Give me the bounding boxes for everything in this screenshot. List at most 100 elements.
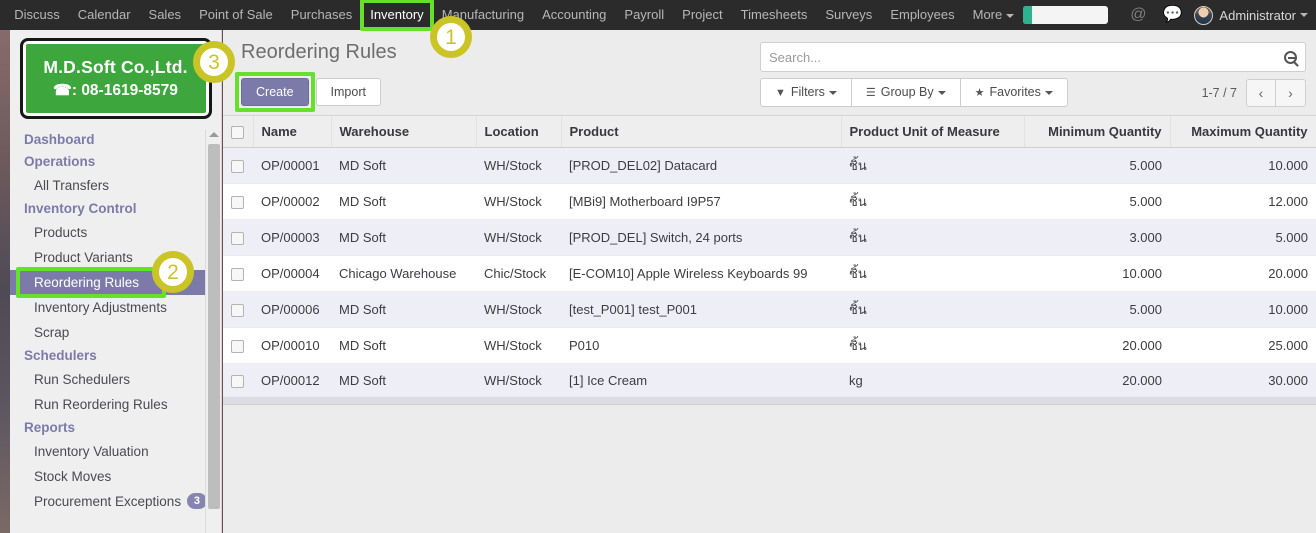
sidebar-item-inventory-valuation[interactable]: Inventory Valuation [10,439,221,464]
nav-item-point-of-sale[interactable]: Point of Sale [190,0,282,30]
cell-product: P010 [561,328,841,364]
group-by-button[interactable]: ☰Group By [852,78,961,107]
nav-item-project[interactable]: Project [673,0,731,30]
sidebar-section-operations: Operations [10,151,221,173]
row-checkbox-cell[interactable] [223,184,253,220]
cell-name: OP/00001 [253,148,331,184]
nav-item-calendar[interactable]: Calendar [69,0,140,30]
table-row[interactable]: OP/00001MD SoftWH/Stock[PROD_DEL02] Data… [223,148,1316,184]
column-header-product-uom[interactable]: Product Unit of Measure [841,116,1024,148]
sidebar-item-stock-moves[interactable]: Stock Moves [10,464,221,489]
annotation-step-2: 2 [152,251,194,293]
cell-product-uom: ชิ้น [841,184,1024,220]
row-checkbox-cell[interactable] [223,328,253,364]
nav-item-payroll[interactable]: Payroll [615,0,673,30]
scrollbar-thumb[interactable] [208,144,220,509]
cell-name: OP/00003 [253,220,331,256]
column-header-warehouse[interactable]: Warehouse [331,116,476,148]
sidebar-section-inventory-control: Inventory Control [10,198,221,220]
cell-maximum-quantity: 30.000 [1170,364,1316,397]
table-row[interactable]: OP/00012MD SoftWH/Stock[1] Ice Creamkg20… [223,364,1316,397]
cell-warehouse: MD Soft [331,220,476,256]
nav-item-more[interactable]: More [964,0,1024,30]
table-row[interactable]: OP/00010MD SoftWH/StockP010ชิ้น20.00025.… [223,328,1316,364]
sidebar-item-inventory-adjustments[interactable]: Inventory Adjustments [10,295,221,320]
nav-item-accounting[interactable]: Accounting [533,0,615,30]
select-all-cell[interactable] [223,116,253,148]
search-input[interactable] [769,50,1284,65]
star-icon: ★ [975,87,985,99]
navbar-right-group: @ 💬 Administrator [1023,0,1316,30]
column-header-product[interactable]: Product [561,116,841,148]
nav-item-inventory[interactable]: Inventory [361,0,432,30]
table-row[interactable]: OP/00006MD SoftWH/Stock[test_P001] test_… [223,292,1316,328]
row-checkbox[interactable] [231,160,244,173]
cell-warehouse: MD Soft [331,328,476,364]
table-row[interactable]: OP/00004Chicago WarehouseChic/Stock[E-CO… [223,256,1316,292]
sidebar-menu: Dashboard Operations All Transfers Inven… [10,129,221,514]
nav-item-discuss[interactable]: Discuss [5,0,69,30]
filters-button[interactable]: ▼Filters [760,78,852,107]
funnel-icon: ▼ [775,87,786,99]
search-minus-icon[interactable] [1284,51,1297,64]
table-header: Name Warehouse Location Product Product … [223,116,1316,148]
sidebar-item-procurement-exceptions[interactable]: Procurement Exceptions 3 [10,489,221,514]
row-checkbox[interactable] [231,232,244,245]
company-phone-line: ☎: 08-1619-8579 [53,81,178,100]
sidebar-item-run-reordering-rules[interactable]: Run Reordering Rules [10,392,221,417]
user-menu-label[interactable]: Administrator [1219,8,1296,23]
column-header-location[interactable]: Location [476,116,561,148]
cell-minimum-quantity: 20.000 [1024,364,1170,397]
table-body: OP/00001MD SoftWH/Stock[PROD_DEL02] Data… [223,148,1316,397]
nav-item-purchases[interactable]: Purchases [282,0,361,30]
cell-product-uom: ชิ้น [841,328,1024,364]
favorites-button[interactable]: ★Favorites [961,78,1068,107]
table-row[interactable]: OP/00003MD SoftWH/Stock[PROD_DEL] Switch… [223,220,1316,256]
table-row[interactable]: OP/00002MD SoftWH/Stock[MBi9] Motherboar… [223,184,1316,220]
chat-bubble-icon[interactable]: 💬 [1163,0,1183,30]
cell-warehouse: MD Soft [331,184,476,220]
cell-product-uom: ชิ้น [841,220,1024,256]
nav-item-surveys[interactable]: Surveys [816,0,881,30]
sidebar-item-all-transfers[interactable]: All Transfers [10,173,221,198]
pager-next-button[interactable]: › [1276,79,1306,107]
nav-item-employees[interactable]: Employees [881,0,963,30]
row-checkbox[interactable] [231,375,244,388]
row-checkbox-cell[interactable] [223,220,253,256]
sidebar-section-dashboard[interactable]: Dashboard [10,129,221,151]
row-checkbox[interactable] [231,304,244,317]
at-sign-icon[interactable]: @ [1130,0,1146,30]
select-all-checkbox[interactable] [231,126,244,139]
sidebar-item-products[interactable]: Products [10,220,221,245]
row-checkbox[interactable] [231,340,244,353]
chevron-down-icon[interactable] [1300,13,1308,17]
row-checkbox-cell[interactable] [223,256,253,292]
cell-location: WH/Stock [476,292,561,328]
row-checkbox-cell[interactable] [223,148,253,184]
row-checkbox-cell[interactable] [223,292,253,328]
nav-item-timesheets[interactable]: Timesheets [732,0,817,30]
row-checkbox[interactable] [231,196,244,209]
avatar[interactable] [1194,6,1213,25]
cell-product-uom: ชิ้น [841,292,1024,328]
filter-button-group: ▼Filters ☰Group By ★Favorites [760,78,1068,107]
pager-previous-button[interactable]: ‹ [1246,79,1276,107]
scroll-up-arrow-icon[interactable] [209,132,219,137]
nav-item-sales[interactable]: Sales [140,0,191,30]
sidebar-scrollbar[interactable] [205,130,221,533]
column-header-minimum-quantity[interactable]: Minimum Quantity [1024,116,1170,148]
row-checkbox-cell[interactable] [223,364,253,397]
search-box[interactable] [760,42,1306,72]
cell-product-uom: ชิ้น [841,148,1024,184]
cell-warehouse: MD Soft [331,148,476,184]
sidebar-item-run-schedulers[interactable]: Run Schedulers [10,367,221,392]
column-header-maximum-quantity[interactable]: Maximum Quantity [1170,116,1316,148]
row-checkbox[interactable] [231,268,244,281]
import-button[interactable]: Import [316,78,381,106]
create-button[interactable]: Create [241,78,309,106]
column-header-name[interactable]: Name [253,116,331,148]
chevron-down-icon [938,91,946,95]
empty-area [223,405,1316,515]
sidebar-item-scrap[interactable]: Scrap [10,320,221,345]
cell-maximum-quantity: 12.000 [1170,184,1316,220]
